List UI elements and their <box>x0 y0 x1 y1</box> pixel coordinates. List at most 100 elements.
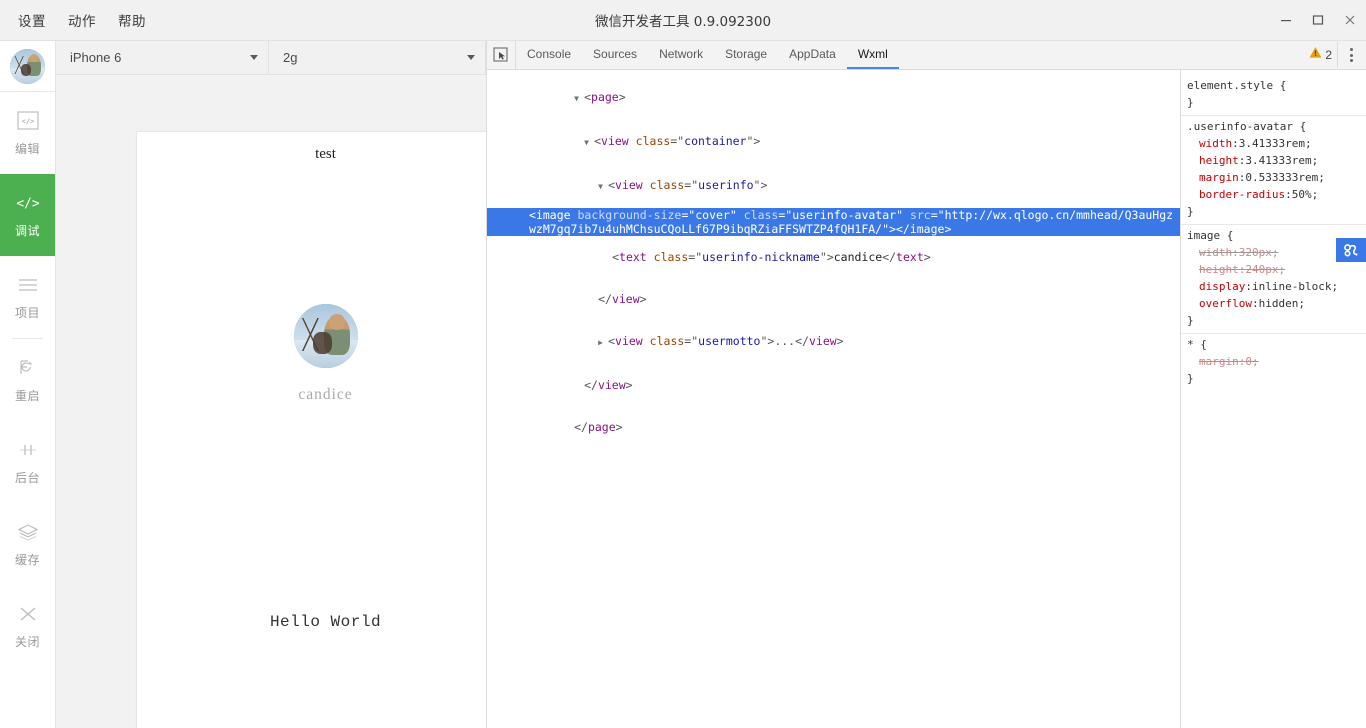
dom-node-view-container[interactable]: <view class="container"> <box>487 120 1180 164</box>
css-property: display <box>1199 280 1246 293</box>
css-rule-image[interactable]: image { width:320px; height:240px; displ… <box>1181 225 1366 334</box>
sidebar-item-edit[interactable]: </> 编辑 <box>0 92 55 174</box>
disclosure-triangle-icon[interactable] <box>574 90 584 106</box>
dom-attr-value: cover <box>695 208 730 222</box>
css-value: 50%; <box>1291 188 1319 201</box>
css-declaration[interactable]: border-radius:50%; <box>1187 186 1366 203</box>
dom-node-page-close[interactable]: </page> <box>487 406 1180 448</box>
css-declaration[interactable]: display:inline-block; <box>1187 278 1366 295</box>
svg-text:</>: </> <box>16 197 40 212</box>
tab-storage[interactable]: Storage <box>714 41 778 69</box>
css-value: inline-block; <box>1251 280 1339 293</box>
simulator-stage: test candice Hello World <box>56 75 486 728</box>
background-icon <box>16 438 40 462</box>
body-row: </> 编辑 </> 调试 项目 重启 后台 缓存 关闭 iPhone 6 2g… <box>0 41 1366 728</box>
dom-node-view-userinfo[interactable]: <view class="userinfo"> <box>487 164 1180 208</box>
disclosure-triangle-icon[interactable] <box>598 334 608 350</box>
styles-pane[interactable]: element.style { } .userinfo-avatar { wid… <box>1180 70 1366 728</box>
layers-icon <box>16 520 40 544</box>
page-title: test <box>315 146 336 162</box>
dom-tag: text <box>619 250 647 264</box>
device-select-value: iPhone 6 <box>70 50 122 65</box>
dom-attr-value: userinfo-avatar <box>792 208 897 222</box>
css-property: width <box>1199 137 1233 150</box>
menu-actions[interactable]: 动作 <box>68 10 96 30</box>
sidebar-item-restart[interactable]: 重启 <box>0 339 55 421</box>
dom-close-tag: view <box>808 334 837 348</box>
tab-network[interactable]: Network <box>648 41 714 69</box>
maximize-button[interactable] <box>1302 0 1334 40</box>
kebab-menu-icon[interactable] <box>1340 42 1362 68</box>
dom-attr-value: usermotto <box>698 334 761 348</box>
dom-node-view-close-container[interactable]: </view> <box>487 364 1180 406</box>
css-property: width <box>1199 246 1233 259</box>
css-rule-userinfo-avatar[interactable]: .userinfo-avatar { width:3.41333rem; hei… <box>1181 116 1366 225</box>
phone-frame[interactable]: test candice Hello World <box>137 132 486 728</box>
phone-viewport: test candice Hello World <box>137 146 486 728</box>
tab-appdata[interactable]: AppData <box>778 41 847 69</box>
sidebar-item-close[interactable]: 关闭 <box>0 585 55 667</box>
sidebar-item-background[interactable]: 后台 <box>0 421 55 503</box>
dom-node-view-close-userinfo[interactable]: </view> <box>487 278 1180 320</box>
app-window: 设置 动作 帮助 微信开发者工具 0.9.092300 </> 编辑 </> 调… <box>0 0 1366 728</box>
css-declaration[interactable]: margin:0.533333rem; <box>1187 169 1366 186</box>
css-property: overflow <box>1199 297 1252 310</box>
dom-close-tag: text <box>896 250 924 264</box>
sidebar-item-project[interactable]: 项目 <box>0 256 55 338</box>
disclosure-triangle-icon[interactable] <box>598 178 608 194</box>
rail-avatar-container[interactable] <box>0 41 55 92</box>
wxml-dom-tree[interactable]: <page> <view class="container"> <view cl… <box>487 70 1180 728</box>
device-select[interactable]: iPhone 6 <box>56 41 269 74</box>
css-declaration[interactable]: overflow:hidden; <box>1187 295 1366 312</box>
css-declaration[interactable]: margin:0; <box>1187 353 1366 370</box>
inspect-element-icon[interactable] <box>487 41 516 69</box>
restart-icon <box>16 356 40 380</box>
tab-console[interactable]: Console <box>516 41 582 69</box>
dom-tag: view <box>615 178 643 192</box>
css-value: 0.533333rem; <box>1245 171 1325 184</box>
tab-wxml[interactable]: Wxml <box>846 41 899 69</box>
dom-attr-name: background-size <box>577 208 682 222</box>
tab-sources[interactable]: Sources <box>582 41 648 69</box>
userinfo-avatar[interactable] <box>293 304 358 368</box>
close-icon <box>1344 14 1356 26</box>
dom-tag: image <box>535 208 571 222</box>
simulator-panel: iPhone 6 2g test candice Hello World <box>56 41 487 728</box>
maximize-icon <box>1312 14 1324 26</box>
dom-node-image-selected[interactable]: <image background-size="cover" class="us… <box>487 208 1180 236</box>
css-declaration[interactable]: height:240px; <box>1187 261 1366 278</box>
warning-badge[interactable]: 2 <box>1304 42 1338 68</box>
simulator-toolbar: iPhone 6 2g <box>56 41 486 75</box>
menu-settings[interactable]: 设置 <box>18 10 46 30</box>
css-declaration[interactable]: width:3.41333rem; <box>1187 135 1366 152</box>
dom-node-text-nickname[interactable]: <text class="userinfo-nickname">candice<… <box>487 236 1180 278</box>
sidebar-label-close: 关闭 <box>14 635 40 649</box>
sidebar-item-debug[interactable]: </> 调试 <box>0 174 55 256</box>
dom-node-page-open[interactable]: <page> <box>487 76 1180 120</box>
user-avatar[interactable] <box>10 48 45 84</box>
sidebar-label-project: 项目 <box>14 306 40 320</box>
disclosure-triangle-icon[interactable] <box>584 134 594 150</box>
title-bar: 设置 动作 帮助 微信开发者工具 0.9.092300 <box>0 0 1366 41</box>
close-button[interactable] <box>1334 0 1366 40</box>
dom-node-view-usermotto[interactable]: <view class="usermotto">...</view> <box>487 320 1180 364</box>
dom-attr-value: userinfo-nickname <box>702 250 820 264</box>
devtools-tabbar: Console Sources Network Storage AppData … <box>487 41 1366 70</box>
network-select[interactable]: 2g <box>269 41 486 74</box>
css-property: margin <box>1199 171 1239 184</box>
css-rule-element-style[interactable]: element.style { } <box>1181 75 1366 116</box>
sidebar-item-cache[interactable]: 缓存 <box>0 503 55 585</box>
color-picker-icon[interactable] <box>1336 238 1366 262</box>
menu-help[interactable]: 帮助 <box>118 10 146 30</box>
css-rule-universal[interactable]: * { margin:0; } <box>1181 334 1366 391</box>
dom-close-tag: page <box>587 420 616 434</box>
minimize-button[interactable] <box>1270 0 1302 40</box>
devtools-main: <page> <view class="container"> <view cl… <box>487 70 1366 728</box>
code-box-icon: </> <box>16 109 40 133</box>
css-declaration[interactable]: height:3.41333rem; <box>1187 152 1366 169</box>
sidebar-label-cache: 缓存 <box>14 553 40 567</box>
css-property: height <box>1199 154 1239 167</box>
window-controls <box>1270 0 1366 40</box>
dom-attr-name: class <box>635 134 671 148</box>
svg-text:</>: </> <box>21 118 34 126</box>
